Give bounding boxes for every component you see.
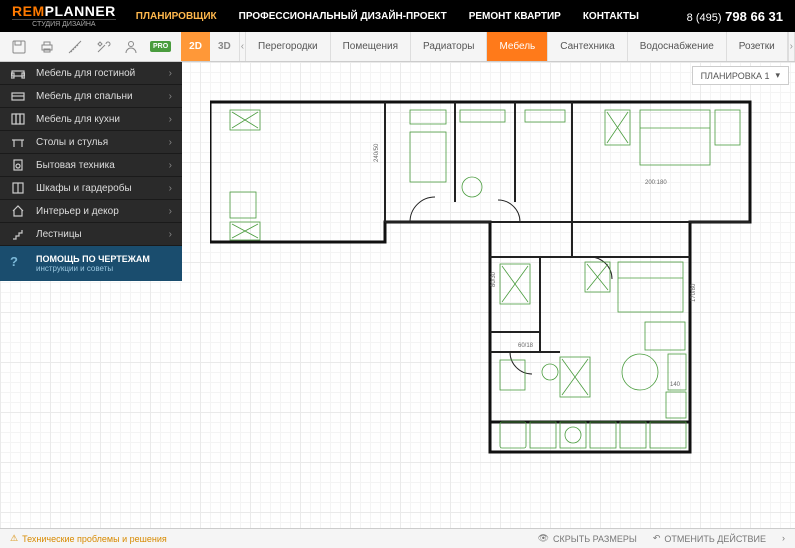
dim-label: 80/30 [491, 271, 497, 287]
tabs-scroll-right[interactable]: › [788, 32, 795, 61]
bed-icon [10, 89, 26, 103]
table-icon [10, 135, 26, 149]
sidebar-item-bedroom[interactable]: Мебель для спальни › [0, 85, 182, 108]
sidebar-help[interactable]: ? ПОМОЩЬ ПО ЧЕРТЕЖАМ инструкции и советы [0, 246, 182, 281]
measure-icon[interactable] [66, 38, 84, 56]
tab-rooms[interactable]: Помещения [331, 32, 411, 61]
sidebar-label: Лестницы [36, 229, 82, 240]
undo-button[interactable]: ↶ ОТМЕНИТЬ ДЕЙСТВИЕ [653, 533, 766, 544]
phone-main: 798 66 31 [725, 9, 783, 24]
app-header: REMPLANNER СТУДИЯ ДИЗАЙНА ПЛАНИРОВЩИК ПР… [0, 0, 795, 32]
chevron-right-icon: › [169, 160, 172, 171]
wardrobe-icon [10, 181, 26, 195]
user-icon[interactable] [122, 38, 140, 56]
view-2d-button[interactable]: 2D [181, 32, 210, 61]
main-area: Мебель для гостиной › Мебель для спальни… [0, 62, 795, 528]
chevron-right-icon: › [169, 229, 172, 240]
view-toggle: 2D 3D [181, 32, 239, 61]
chevron-right-icon[interactable]: › [782, 533, 785, 544]
sidebar-label: Мебель для гостиной [36, 68, 135, 79]
sidebar-item-decor[interactable]: Интерьер и декор › [0, 200, 182, 223]
chevron-right-icon: › [169, 206, 172, 217]
chevron-down-icon: ▾ [775, 70, 780, 81]
dim-label: 170/80 [691, 283, 697, 302]
footer-warning-text: Технические проблемы и решения [22, 534, 167, 544]
toolbar: PRO 2D 3D ‹ Перегородки Помещения Радиат… [0, 32, 795, 62]
sidebar-label: Столы и стулья [36, 137, 108, 148]
pro-badge[interactable]: PRO [150, 41, 171, 52]
tab-sockets[interactable]: Розетки [727, 32, 788, 61]
print-icon[interactable] [38, 38, 56, 56]
nav-planner[interactable]: ПЛАНИРОВЩИК [136, 11, 217, 22]
save-icon[interactable] [10, 38, 28, 56]
tab-plumbing[interactable]: Сантехника [548, 32, 628, 61]
dim-label: 240/50 [374, 143, 380, 162]
sidebar-label: Бытовая техника [36, 160, 115, 171]
sidebar-item-appliances[interactable]: Бытовая техника › [0, 154, 182, 177]
sidebar-label: Интерьер и декор [36, 206, 119, 217]
help-title: ПОМОЩЬ ПО ЧЕРТЕЖАМ [36, 254, 150, 264]
tab-water-supply[interactable]: Водоснабжение [628, 32, 727, 61]
chevron-right-icon: › [169, 114, 172, 125]
layout-selector[interactable]: ПЛАНИРОВКА 1 ▾ [692, 66, 789, 85]
status-bar: ⚠ Технические проблемы и решения 👁 СКРЫТ… [0, 528, 795, 548]
help-icon: ? [10, 254, 26, 269]
dim-label: 60/18 [518, 343, 534, 349]
logo-planner: PLANNER [45, 3, 116, 19]
hide-dimensions-button[interactable]: 👁 СКРЫТЬ РАЗМЕРЫ [538, 533, 637, 544]
logo-subtitle: СТУДИЯ ДИЗАЙНА [12, 19, 116, 28]
kitchen-icon [10, 112, 26, 126]
undo-icon: ↶ [653, 533, 661, 544]
sidebar-item-living-room[interactable]: Мебель для гостиной › [0, 62, 182, 85]
sidebar-item-stairs[interactable]: Лестницы › [0, 223, 182, 246]
home-icon [10, 204, 26, 218]
logo[interactable]: REMPLANNER СТУДИЯ ДИЗАЙНА [12, 4, 116, 28]
chevron-right-icon: › [169, 137, 172, 148]
layout-label-text: ПЛАНИРОВКА 1 [701, 71, 770, 81]
tab-furniture[interactable]: Мебель [487, 32, 548, 61]
floorplan[interactable]: 200:180 240/50 170/80 140 80/30 60/18 [210, 92, 770, 512]
tabs-scroll-left[interactable]: ‹ [239, 32, 246, 61]
main-nav: ПЛАНИРОВЩИК ПРОФЕССИОНАЛЬНЫЙ ДИЗАЙН-ПРОЕ… [136, 11, 639, 22]
dim-label: 140 [670, 382, 681, 388]
logo-rem: REM [12, 3, 45, 19]
eye-icon: 👁 [538, 533, 549, 544]
help-subtitle: инструкции и советы [36, 264, 150, 273]
sidebar-label: Мебель для спальни [36, 91, 133, 102]
phone-prefix: 8 (495) [687, 12, 722, 24]
category-tabs: Перегородки Помещения Радиаторы Мебель С… [246, 32, 788, 61]
footer-warning-link[interactable]: ⚠ Технические проблемы и решения [10, 533, 167, 544]
tool-icons-group: PRO [0, 32, 181, 61]
appliance-icon [10, 158, 26, 172]
sidebar-item-wardrobes[interactable]: Шкафы и гардеробы › [0, 177, 182, 200]
furniture-sidebar: Мебель для гостиной › Мебель для спальни… [0, 62, 182, 281]
sidebar-label: Шкафы и гардеробы [36, 183, 132, 194]
warning-icon: ⚠ [10, 533, 18, 544]
undo-label: ОТМЕНИТЬ ДЕЙСТВИЕ [664, 534, 766, 544]
sidebar-item-kitchen[interactable]: Мебель для кухни › [0, 108, 182, 131]
chevron-right-icon: › [169, 91, 172, 102]
tab-partitions[interactable]: Перегородки [246, 32, 331, 61]
chevron-right-icon: › [169, 68, 172, 79]
chevron-right-icon: › [169, 183, 172, 194]
sidebar-item-tables[interactable]: Столы и стулья › [0, 131, 182, 154]
tools-icon[interactable] [94, 38, 112, 56]
phone-number[interactable]: 8 (495) 798 66 31 [687, 9, 783, 24]
dim-label: 200:180 [645, 180, 667, 186]
nav-contacts[interactable]: КОНТАКТЫ [583, 11, 639, 22]
hide-dims-label: СКРЫТЬ РАЗМЕРЫ [553, 534, 637, 544]
nav-design-project[interactable]: ПРОФЕССИОНАЛЬНЫЙ ДИЗАЙН-ПРОЕКТ [239, 11, 447, 22]
sofa-icon [10, 66, 26, 80]
stairs-icon [10, 227, 26, 241]
view-3d-button[interactable]: 3D [210, 32, 239, 61]
nav-renovation[interactable]: РЕМОНТ КВАРТИР [469, 11, 561, 22]
sidebar-label: Мебель для кухни [36, 114, 120, 125]
tab-radiators[interactable]: Радиаторы [411, 32, 487, 61]
